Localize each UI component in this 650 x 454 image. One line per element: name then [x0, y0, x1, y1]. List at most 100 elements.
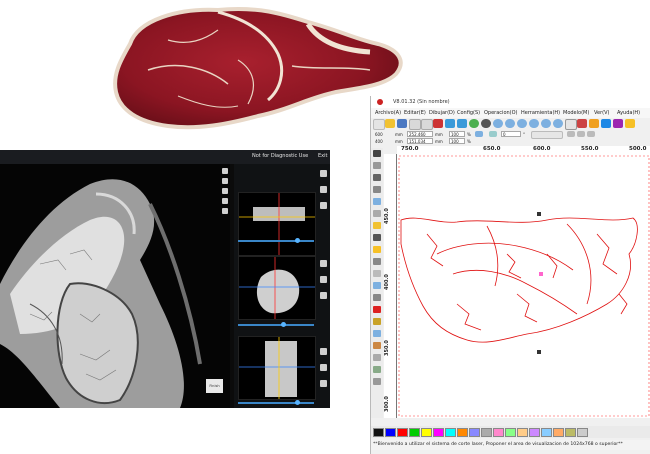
- drawing-canvas[interactable]: [397, 154, 650, 418]
- ct-tool-icon-2[interactable]: [222, 178, 228, 184]
- color-swatch-8[interactable]: [457, 428, 468, 437]
- new-file-icon[interactable]: [373, 119, 385, 130]
- menu-modelo[interactable]: Modelo(M): [563, 110, 589, 116]
- scale-x-field[interactable]: 100: [449, 131, 465, 137]
- color-swatch-15[interactable]: [541, 428, 552, 437]
- menu-config[interactable]: Config(S): [457, 110, 480, 116]
- ct-thumb-middle[interactable]: [238, 256, 316, 320]
- polyline-tool-icon[interactable]: [373, 186, 381, 193]
- copy-icon[interactable]: [445, 119, 455, 128]
- star-tool-icon[interactable]: [373, 246, 381, 253]
- lock-ratio-icon[interactable]: [475, 131, 483, 137]
- ct-slider-knob-1[interactable]: [294, 238, 300, 243]
- import-icon[interactable]: [409, 119, 421, 130]
- save-icon[interactable]: [397, 119, 407, 128]
- color-swatch-7[interactable]: [445, 428, 456, 437]
- align-tool-icon[interactable]: [373, 354, 381, 361]
- ct-tool-icon-3[interactable]: [222, 188, 228, 194]
- ct-side-icon-3[interactable]: [320, 202, 327, 209]
- ungroup-icon[interactable]: [373, 378, 381, 385]
- laser-icon[interactable]: [577, 119, 587, 128]
- color-swatch-14[interactable]: [529, 428, 540, 437]
- menu-editar[interactable]: Editar(E): [404, 110, 426, 116]
- color-swatch-13[interactable]: [517, 428, 528, 437]
- scale-y-field[interactable]: 100: [449, 138, 465, 144]
- select-arrow-icon[interactable]: [373, 150, 381, 157]
- settings-icon[interactable]: [589, 119, 599, 128]
- rotation-field[interactable]: 0: [501, 131, 521, 137]
- ct-slider-knob-3[interactable]: [294, 400, 300, 405]
- process-field[interactable]: [531, 131, 563, 139]
- align-left-icon[interactable]: [567, 131, 575, 137]
- color-swatch-12[interactable]: [505, 428, 516, 437]
- light-icon[interactable]: [625, 119, 635, 128]
- ct-tool-icon-5[interactable]: [222, 208, 228, 214]
- zoom-page-icon[interactable]: [529, 119, 539, 128]
- zoom-all-icon[interactable]: [553, 119, 563, 128]
- menu-herramienta[interactable]: Herramienta(H): [521, 110, 560, 116]
- text-tool-icon[interactable]: [373, 234, 381, 241]
- ct-slider-1[interactable]: [238, 240, 314, 242]
- ct-exit-button[interactable]: Exit: [318, 153, 327, 159]
- user-icon[interactable]: [613, 119, 623, 128]
- offset-icon[interactable]: [373, 342, 381, 349]
- grid-icon[interactable]: [565, 119, 577, 130]
- align-right-icon[interactable]: [587, 131, 595, 137]
- curve-tool-icon[interactable]: [373, 198, 381, 205]
- color-swatch-16[interactable]: [553, 428, 564, 437]
- grid-tool-icon[interactable]: [373, 294, 381, 301]
- play-icon[interactable]: [469, 119, 479, 128]
- ct-slider-2[interactable]: [238, 324, 314, 326]
- width-field[interactable]: 252.460: [407, 131, 433, 137]
- color-swatch-1[interactable]: [373, 428, 384, 437]
- color-swatch-17[interactable]: [565, 428, 576, 437]
- ct-side-icon-9[interactable]: [320, 380, 327, 387]
- color-swatch-11[interactable]: [493, 428, 504, 437]
- ct-side-icon-1[interactable]: [320, 170, 327, 177]
- color-swatch-10[interactable]: [481, 428, 492, 437]
- color-swatch-5[interactable]: [421, 428, 432, 437]
- ct-side-icon-2[interactable]: [320, 186, 327, 193]
- monitor-icon[interactable]: [601, 119, 611, 128]
- ct-thumb-bottom[interactable]: [238, 336, 316, 400]
- zoom-select-icon[interactable]: [541, 119, 551, 128]
- finish-button[interactable]: Finish: [206, 379, 223, 393]
- menu-dibujar[interactable]: Dibujar(D): [429, 110, 455, 116]
- color-swatch-9[interactable]: [469, 428, 480, 437]
- color-swatch-6[interactable]: [433, 428, 444, 437]
- ct-side-icon-5[interactable]: [320, 276, 327, 283]
- ct-slider-knob-2[interactable]: [281, 322, 287, 327]
- zoom-fit-icon[interactable]: [517, 119, 527, 128]
- ct-slider-3[interactable]: [238, 402, 314, 404]
- ct-side-icon-6[interactable]: [320, 292, 327, 299]
- menu-archivo[interactable]: Archivo(A): [375, 110, 401, 116]
- rotate-icon[interactable]: [489, 131, 497, 137]
- ct-side-icon-7[interactable]: [320, 348, 327, 355]
- menu-operacion[interactable]: Operacion(O): [484, 110, 518, 116]
- color-swatch-4[interactable]: [409, 428, 420, 437]
- mirror-icon[interactable]: [373, 330, 381, 337]
- paste-icon[interactable]: [457, 119, 467, 128]
- measure-tool-icon[interactable]: [373, 270, 381, 277]
- node-edit-icon[interactable]: [373, 162, 381, 169]
- array-tool-icon[interactable]: [373, 258, 381, 265]
- height-field[interactable]: 151.034: [407, 138, 433, 144]
- zoom-in-icon[interactable]: [493, 119, 503, 128]
- menu-ver[interactable]: Ver(V): [594, 110, 610, 116]
- color-swatch-2[interactable]: [385, 428, 396, 437]
- ellipse-tool-icon[interactable]: [373, 222, 381, 229]
- group-icon[interactable]: [373, 366, 381, 373]
- cut-icon[interactable]: [433, 119, 443, 128]
- ct-tool-icon-1[interactable]: [222, 168, 228, 174]
- warning-icon[interactable]: [373, 318, 381, 325]
- align-center-icon[interactable]: [577, 131, 585, 137]
- zoom-out-icon[interactable]: [505, 119, 515, 128]
- color-swatch-18[interactable]: [577, 428, 588, 437]
- delete-icon[interactable]: [373, 306, 381, 313]
- stop-icon[interactable]: [481, 119, 491, 128]
- menu-ayuda[interactable]: Ayuda(H): [617, 110, 640, 116]
- ct-side-icon-4[interactable]: [320, 260, 327, 267]
- open-folder-icon[interactable]: [385, 119, 395, 128]
- color-swatch-3[interactable]: [397, 428, 408, 437]
- export-icon[interactable]: [421, 119, 433, 130]
